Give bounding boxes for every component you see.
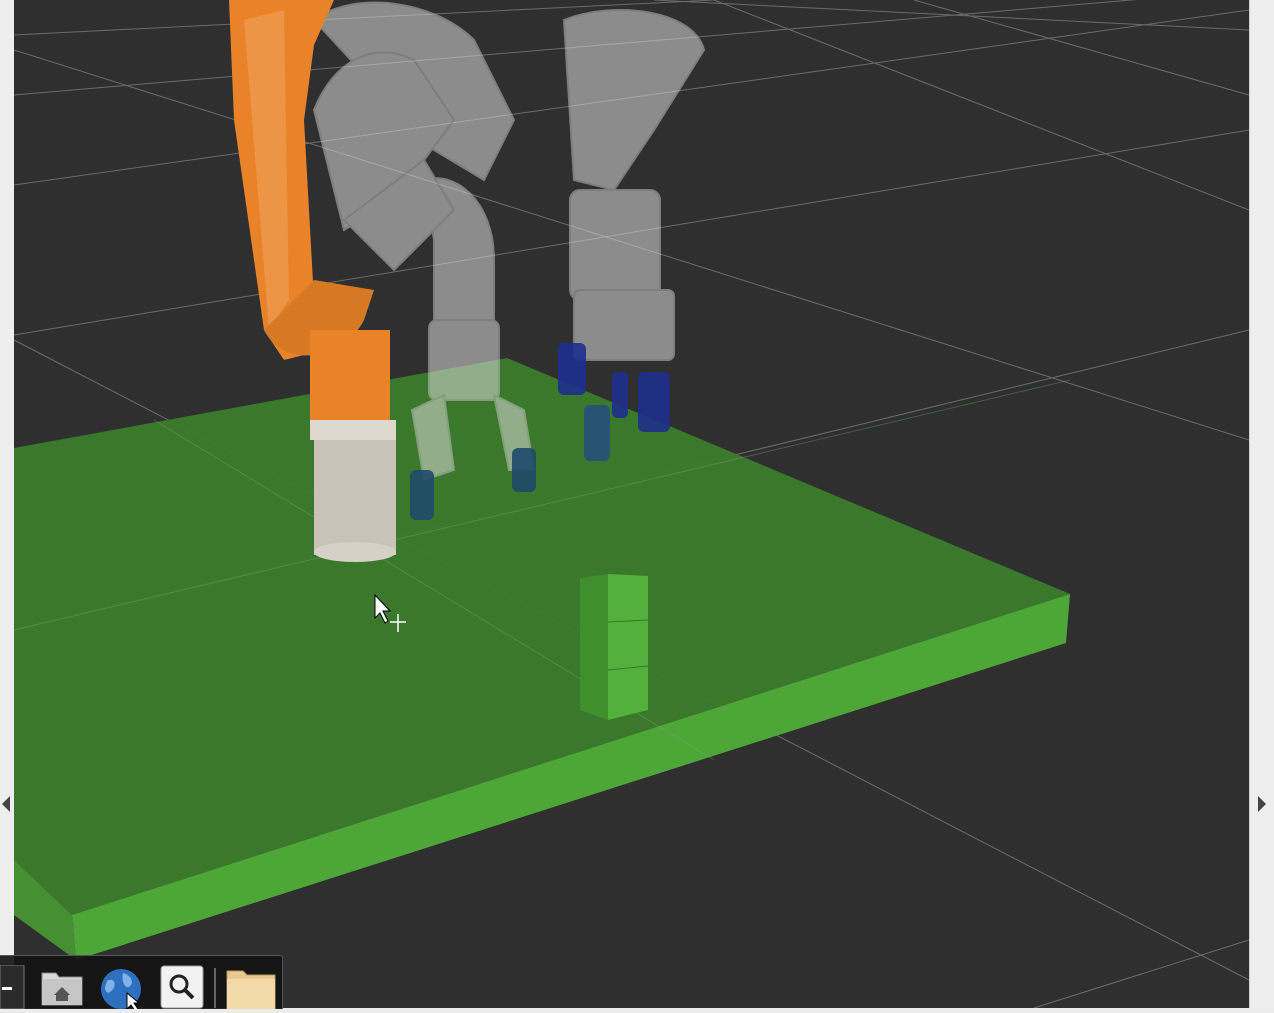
left-panel-collapse-strip[interactable] — [0, 0, 15, 1008]
table-surface — [14, 358, 1070, 960]
web-browser-icon[interactable] — [99, 965, 143, 1012]
folder-home-icon[interactable] — [40, 965, 84, 1009]
collapse-left-arrow-icon[interactable] — [2, 796, 10, 812]
rviz-3d-viewport[interactable] — [14, 0, 1249, 1008]
dock-separator — [214, 968, 216, 1008]
right-panel-collapse-strip[interactable] — [1249, 0, 1274, 1008]
scene-canvas[interactable] — [14, 0, 1249, 1008]
collapse-right-arrow-icon[interactable] — [1258, 796, 1266, 812]
stacked-blocks — [580, 574, 649, 720]
minimize-icon[interactable] — [0, 964, 26, 1010]
search-icon[interactable] — [160, 965, 204, 1009]
taskbar-dock — [0, 955, 283, 1012]
file-manager-icon[interactable] — [225, 965, 277, 1010]
